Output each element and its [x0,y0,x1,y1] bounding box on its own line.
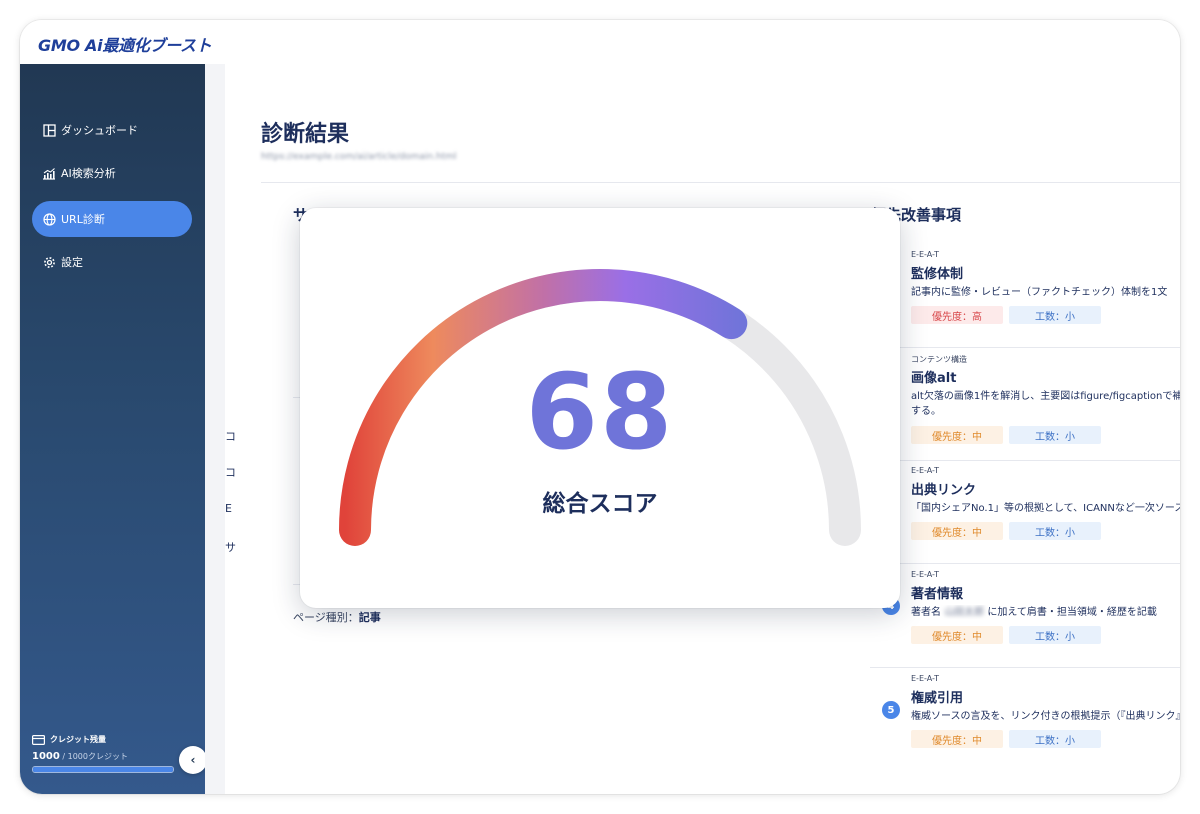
globe-icon [42,212,56,226]
effort-tag: 工数：小 [1009,522,1101,540]
item-description: 「国内シェアNo.1」等の根拠として、ICANNなど一次ソース [911,503,1180,514]
sidebar-item-label: AI検索分析 [61,167,116,180]
credit-total: / 1000クレジット [59,752,128,761]
credit-title-label: クレジット残量 [50,735,106,744]
item-category: E-E-A-T [911,466,940,475]
sidebar-item-url-diagnosis[interactable]: URL診断 [32,201,192,237]
priority-item[interactable]: 5 E-E-A-T 権威引用 権威ソースの言及を、リンク付きの根拠提示（『出典リ… [870,668,1180,771]
item-description-prefix: 著者名 [911,607,941,618]
credit-panel: クレジット残量 1000 / 1000クレジット [32,734,182,773]
sidebar-item-settings[interactable]: 設定 [32,244,192,280]
effort-tag: 工数：小 [1009,730,1101,748]
item-description: alt欠落の画像1件を解消し、主要図はfigure/figcaptionで補足す… [911,391,1180,417]
sidebar-item-label: 設定 [61,256,83,269]
chart-icon [42,166,56,180]
left-fragment: E [225,502,232,515]
score-modal: 68 総合スコア [300,208,900,608]
credit-remaining: 1000 [32,751,60,762]
item-category: E-E-A-T [911,570,940,579]
item-description: 著者名 山田太郎 に加えて肩書・担当領域・経歴を記載 [911,605,1180,620]
app-window: GMO Ai最適化ブースト ダッシュボード AI検索分析 URL診断 設定 クレ… [20,20,1180,794]
priority-item[interactable]: 3 E-E-A-T 出典リンク 「国内シェアNo.1」等の根拠として、ICANN… [870,460,1180,564]
priority-item[interactable]: 2 コンテンツ構造 画像alt alt欠落の画像1件を解消し、主要図はfigur… [870,348,1180,461]
credit-amount: 1000 / 1000クレジット [32,751,182,762]
priority-tag: 優先度：中 [911,522,1003,540]
logo-product: Ai最適化ブースト [85,36,212,55]
page-title: 診断結果 [261,122,350,147]
author-name-redacted: 山田太郎 [944,607,985,618]
page-url[interactable]: https://example.com/ai/article/domain.ht… [261,152,531,162]
priority-item[interactable]: 1 E-E-A-T 監修体制 記事内に監修・レビュー（ファクトチェック）体制を1… [870,244,1180,348]
item-title: 著者情報 [911,587,964,602]
gear-icon [42,255,56,269]
item-description: 記事内に監修・レビュー（ファクトチェック）体制を1文 [911,287,1168,298]
sidebar-item-label: ダッシュボード [61,124,138,137]
top-bar: GMO Ai最適化ブースト [20,20,1180,65]
credit-progress-fill [33,767,173,772]
item-title: 画像alt [911,371,957,386]
sidebar-item-dashboard[interactable]: ダッシュボード [32,112,192,148]
priority-tag: 優先度：中 [911,426,1003,444]
item-title: 権威引用 [911,691,964,706]
credit-card-icon [32,734,45,745]
item-title: 出典リンク [911,483,977,498]
total-score-label: 総合スコア [542,491,658,517]
left-fragment: コ [225,466,236,479]
app-logo[interactable]: GMO Ai最適化ブースト [38,32,212,56]
sidebar-item-label: URL診断 [61,213,105,226]
effort-tag: 工数：小 [1009,426,1101,444]
header-divider [261,182,1180,183]
dashboard-icon [42,123,56,137]
item-category: E-E-A-T [911,674,940,683]
priority-tag: 優先度：中 [911,626,1003,644]
page-type: ページ種別：記事 [293,609,381,625]
item-number-badge: 5 [882,701,900,719]
credit-progress-bar [32,766,174,773]
item-description-suffix: に加えて肩書・担当領域・経歴を記載 [987,607,1157,618]
effort-tag: 工数：小 [1009,306,1101,324]
left-fragment: サ [225,541,236,554]
page-type-label: ページ種別： [293,611,359,624]
total-score-value: 68 [525,351,675,473]
logo-brand: GMO [38,36,80,55]
item-category: コンテンツ構造 [911,355,967,364]
left-fragment: コ [225,430,236,443]
priority-item[interactable]: 4 E-E-A-T 著者情報 著者名 山田太郎 に加えて肩書・担当領域・経歴を記… [870,564,1180,668]
priority-tag: 優先度：中 [911,730,1003,748]
sidebar-collapse-button[interactable]: ‹ [179,746,207,774]
effort-tag: 工数：小 [1009,626,1101,644]
item-description: 権威ソースの言及を、リンク付きの根拠提示（『出典リンク』 [911,711,1180,722]
item-title: 監修体制 [911,267,964,282]
chevron-left-icon: ‹ [190,753,196,767]
sidebar-item-ai-search-analysis[interactable]: AI検索分析 [32,155,192,191]
credit-title: クレジット残量 [32,734,182,745]
sidebar: ダッシュボード AI検索分析 URL診断 設定 クレジット残量 1000 / 1… [20,64,205,794]
page-type-value: 記事 [358,611,381,624]
priority-tag: 優先度：高 [911,306,1003,324]
item-category: E-E-A-T [911,250,940,259]
